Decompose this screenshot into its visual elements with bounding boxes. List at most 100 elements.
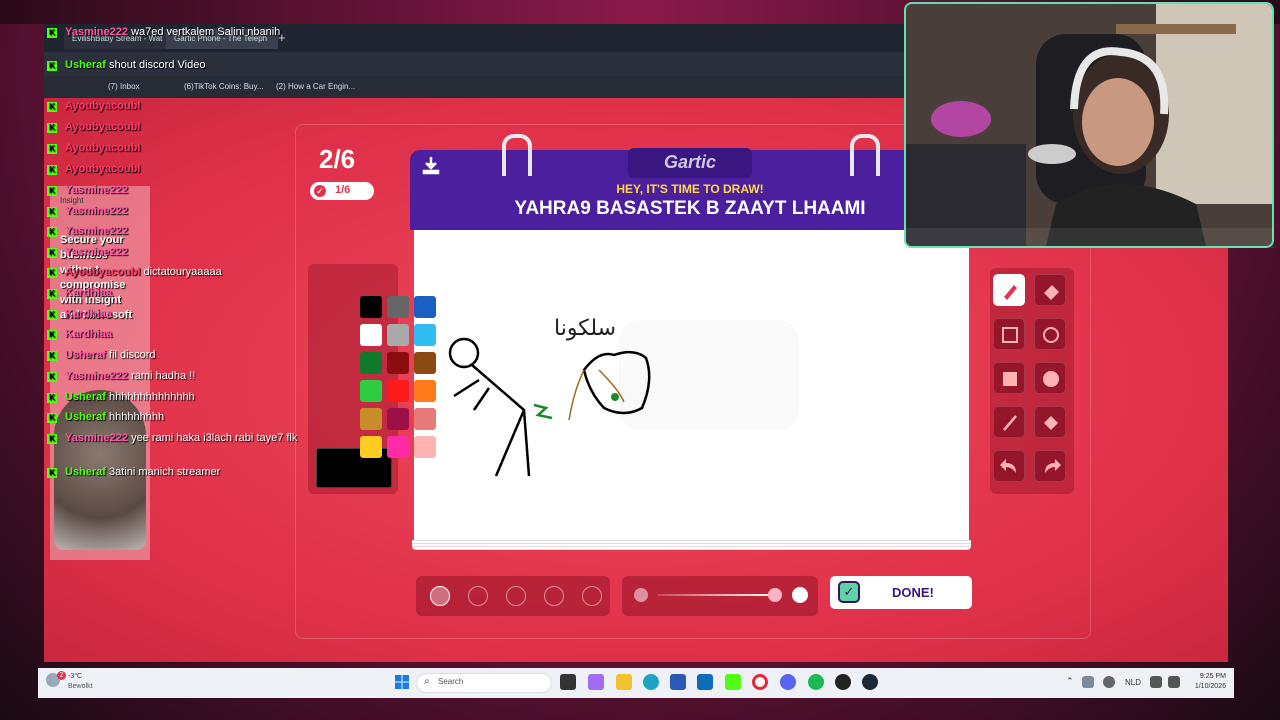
line-icon (1003, 415, 1017, 431)
canvas-drawing: سلكونا (448, 316, 799, 477)
chevron-up-icon[interactable]: ⌃ (1066, 676, 1074, 687)
ad-brand: Insight (60, 196, 84, 205)
kick-badge-icon: K (47, 165, 57, 175)
store-icon[interactable] (670, 674, 686, 690)
kick-badge-icon: K (47, 434, 57, 444)
spotify-icon[interactable] (808, 674, 824, 690)
color-swatch[interactable] (360, 436, 382, 458)
chat-username: AyoubyacoubI (65, 266, 141, 278)
ellipse-fill-tool[interactable] (1034, 362, 1066, 394)
color-swatch[interactable] (360, 408, 382, 430)
color-swatch[interactable] (414, 352, 436, 374)
opacity-slider-handle[interactable] (768, 588, 782, 602)
chat-username: Usheraf (65, 391, 106, 403)
webcam-overlay (904, 2, 1274, 248)
color-swatch[interactable] (414, 436, 436, 458)
brush-size-1[interactable] (430, 586, 450, 606)
color-swatch[interactable] (387, 324, 409, 346)
chat-message: K Usheraf shout discord Video (47, 59, 205, 71)
done-button-label: DONE! (892, 585, 934, 600)
color-swatch[interactable] (360, 324, 382, 346)
brush-size-4[interactable] (544, 586, 564, 606)
outlook-icon[interactable] (697, 674, 713, 690)
taskbar-search[interactable] (416, 673, 552, 693)
pencil-tool[interactable] (993, 274, 1025, 306)
color-swatch[interactable] (414, 324, 436, 346)
sketchbook-pages (412, 540, 971, 550)
clock-date[interactable]: 1/10/2026 (1186, 683, 1226, 690)
bookmark-tiktok[interactable]: (6)TikTok Coins: Buy... (184, 82, 264, 91)
opera-icon[interactable] (752, 674, 768, 690)
color-swatch[interactable] (387, 380, 409, 402)
weather-badge: 2 (57, 671, 66, 680)
chat-username: Yasmine222 (65, 225, 128, 237)
network-icon[interactable] (1150, 676, 1162, 688)
taskbar-search-placeholder: Search (438, 677, 464, 686)
eraser-tool[interactable] (1034, 274, 1066, 306)
square-fill-icon (1003, 372, 1017, 386)
chat-text: wa7ed vertkalem Salini nbanih (131, 26, 281, 38)
opacity-max-icon (792, 587, 808, 603)
chat-message: K Yasmine222 (47, 246, 128, 258)
gartic-logo: Gartic (663, 152, 717, 172)
chat-text: fil discord (109, 349, 156, 361)
microphone-icon[interactable] (1103, 676, 1115, 688)
task-view-icon[interactable] (560, 674, 576, 690)
clock-time[interactable]: 9:25 PM (1190, 673, 1226, 680)
chat-message: K Kardhiaa (47, 328, 112, 340)
color-swatch[interactable] (414, 296, 436, 318)
kick-badge-icon: K (47, 28, 57, 38)
color-swatch[interactable] (360, 380, 382, 402)
rectangle-fill-tool[interactable] (993, 362, 1025, 394)
copilot-icon[interactable] (588, 674, 604, 690)
line-tool[interactable] (993, 406, 1025, 438)
binder-ring-right (850, 134, 880, 176)
ellipse-outline-tool[interactable] (1034, 318, 1066, 350)
kick-badge-icon: K (47, 207, 57, 217)
chat-text: shout discord Video (109, 59, 206, 71)
chat-text: dictatouryaaaaa (143, 266, 222, 278)
rectangle-outline-tool[interactable] (993, 318, 1025, 350)
windows-start-icon[interactable] (394, 674, 410, 690)
language-indicator[interactable]: NLD (1125, 678, 1141, 687)
chat-username: AyoubyacoubI (65, 163, 141, 175)
brush-size-3[interactable] (506, 586, 526, 606)
bookmark-car-engine[interactable]: (2) How a Car Engin... (276, 82, 355, 91)
steam-icon[interactable] (862, 674, 878, 690)
kick-icon[interactable] (725, 674, 741, 690)
tray-app-icon[interactable] (1082, 676, 1094, 688)
color-swatch[interactable] (360, 296, 382, 318)
color-swatch[interactable] (387, 408, 409, 430)
color-swatch[interactable] (387, 436, 409, 458)
color-swatch[interactable] (414, 408, 436, 430)
volume-icon[interactable] (1168, 676, 1180, 688)
chat-username: Usheraf (65, 466, 106, 478)
bookmark-inbox[interactable]: (7) Inbox (108, 82, 140, 91)
edge-icon[interactable] (643, 674, 659, 690)
chat-username: Kardhiaa (65, 308, 113, 320)
file-explorer-icon[interactable] (616, 674, 632, 690)
color-swatch[interactable] (387, 352, 409, 374)
undo-button[interactable] (993, 450, 1025, 482)
kick-badge-icon: K (47, 144, 57, 154)
kick-badge-icon: K (47, 268, 57, 278)
taskbar (38, 668, 1234, 698)
drawing-canvas[interactable]: سلكونا (414, 230, 969, 544)
kick-badge-icon: K (47, 393, 57, 403)
fill-bucket-tool[interactable] (1034, 406, 1066, 438)
chat-message: K AyoubyacoubI (47, 142, 140, 154)
chat-text: yee rami haka i3lach rabi taye7 flk (131, 432, 298, 444)
color-swatch[interactable] (360, 352, 382, 374)
color-swatch[interactable] (414, 380, 436, 402)
opacity-slider[interactable] (658, 594, 776, 596)
discord-icon[interactable] (780, 674, 796, 690)
circle-fill-icon (1043, 371, 1059, 387)
chat-message: K AyoubyacoubI (47, 163, 140, 175)
obs-icon[interactable] (835, 674, 851, 690)
download-icon[interactable] (420, 154, 442, 176)
color-swatch[interactable] (387, 296, 409, 318)
brush-size-5[interactable] (582, 586, 602, 606)
redo-button[interactable] (1034, 450, 1066, 482)
brush-size-2[interactable] (468, 586, 488, 606)
chat-message: K AyoubyacoubI dictatouryaaaaa (47, 266, 222, 278)
